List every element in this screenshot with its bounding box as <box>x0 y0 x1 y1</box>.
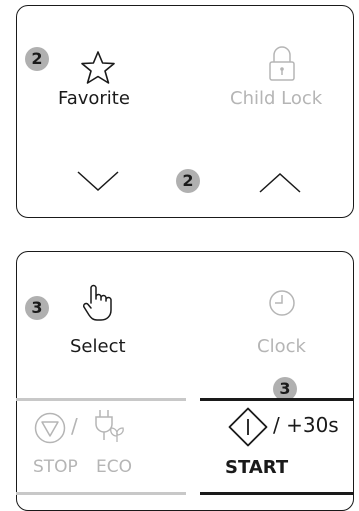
clock-icon <box>269 290 295 316</box>
chevron-up-icon[interactable] <box>258 172 302 194</box>
favorite-label[interactable]: Favorite <box>58 88 130 109</box>
callout-badge-arrows: 2 <box>176 169 200 193</box>
hand-pointer-icon[interactable] <box>81 283 113 323</box>
callout-badge-select: 3 <box>25 296 49 320</box>
stop-icon <box>34 412 66 444</box>
divider-left <box>16 398 186 401</box>
star-icon[interactable] <box>78 50 118 86</box>
clock-label: Clock <box>257 336 306 357</box>
plus-30s-label[interactable]: / +30s <box>273 413 339 437</box>
child-lock-label: Child Lock <box>230 88 323 109</box>
eco-plug-icon <box>95 410 124 442</box>
stop-eco-underline <box>16 492 186 495</box>
divider-right <box>200 398 354 401</box>
start-label[interactable]: START <box>225 457 288 478</box>
stop-label: STOP <box>33 457 78 477</box>
callout-badge-favorite: 2 <box>25 47 49 71</box>
start-icon[interactable] <box>228 407 268 447</box>
stop-eco-separator: / <box>71 414 78 438</box>
start-underline <box>200 492 354 495</box>
chevron-down-icon[interactable] <box>76 170 120 192</box>
eco-label: ECO <box>96 457 132 477</box>
select-label[interactable]: Select <box>70 336 126 357</box>
lock-icon <box>269 46 295 81</box>
